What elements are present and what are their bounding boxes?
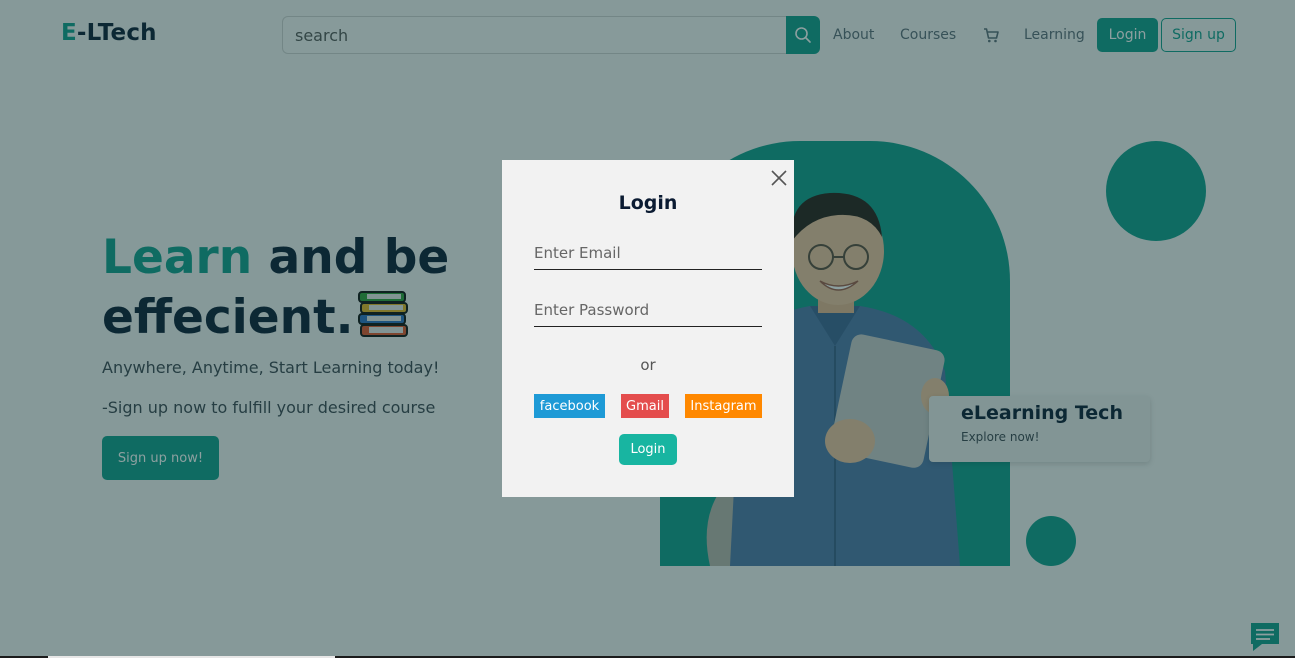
- password-field[interactable]: [534, 293, 762, 327]
- modal-title: Login: [618, 192, 678, 214]
- or-separator: or: [640, 356, 656, 374]
- gmail-login-button[interactable]: Gmail: [621, 394, 669, 418]
- instagram-login-button[interactable]: Instagram: [685, 394, 762, 418]
- login-modal: Login or facebook Gmail Instagram Login: [502, 160, 794, 497]
- modal-login-button[interactable]: Login: [619, 434, 677, 465]
- close-button[interactable]: [768, 167, 790, 189]
- close-icon: [771, 170, 787, 186]
- email-field[interactable]: [534, 236, 762, 270]
- facebook-login-button[interactable]: facebook: [534, 394, 605, 418]
